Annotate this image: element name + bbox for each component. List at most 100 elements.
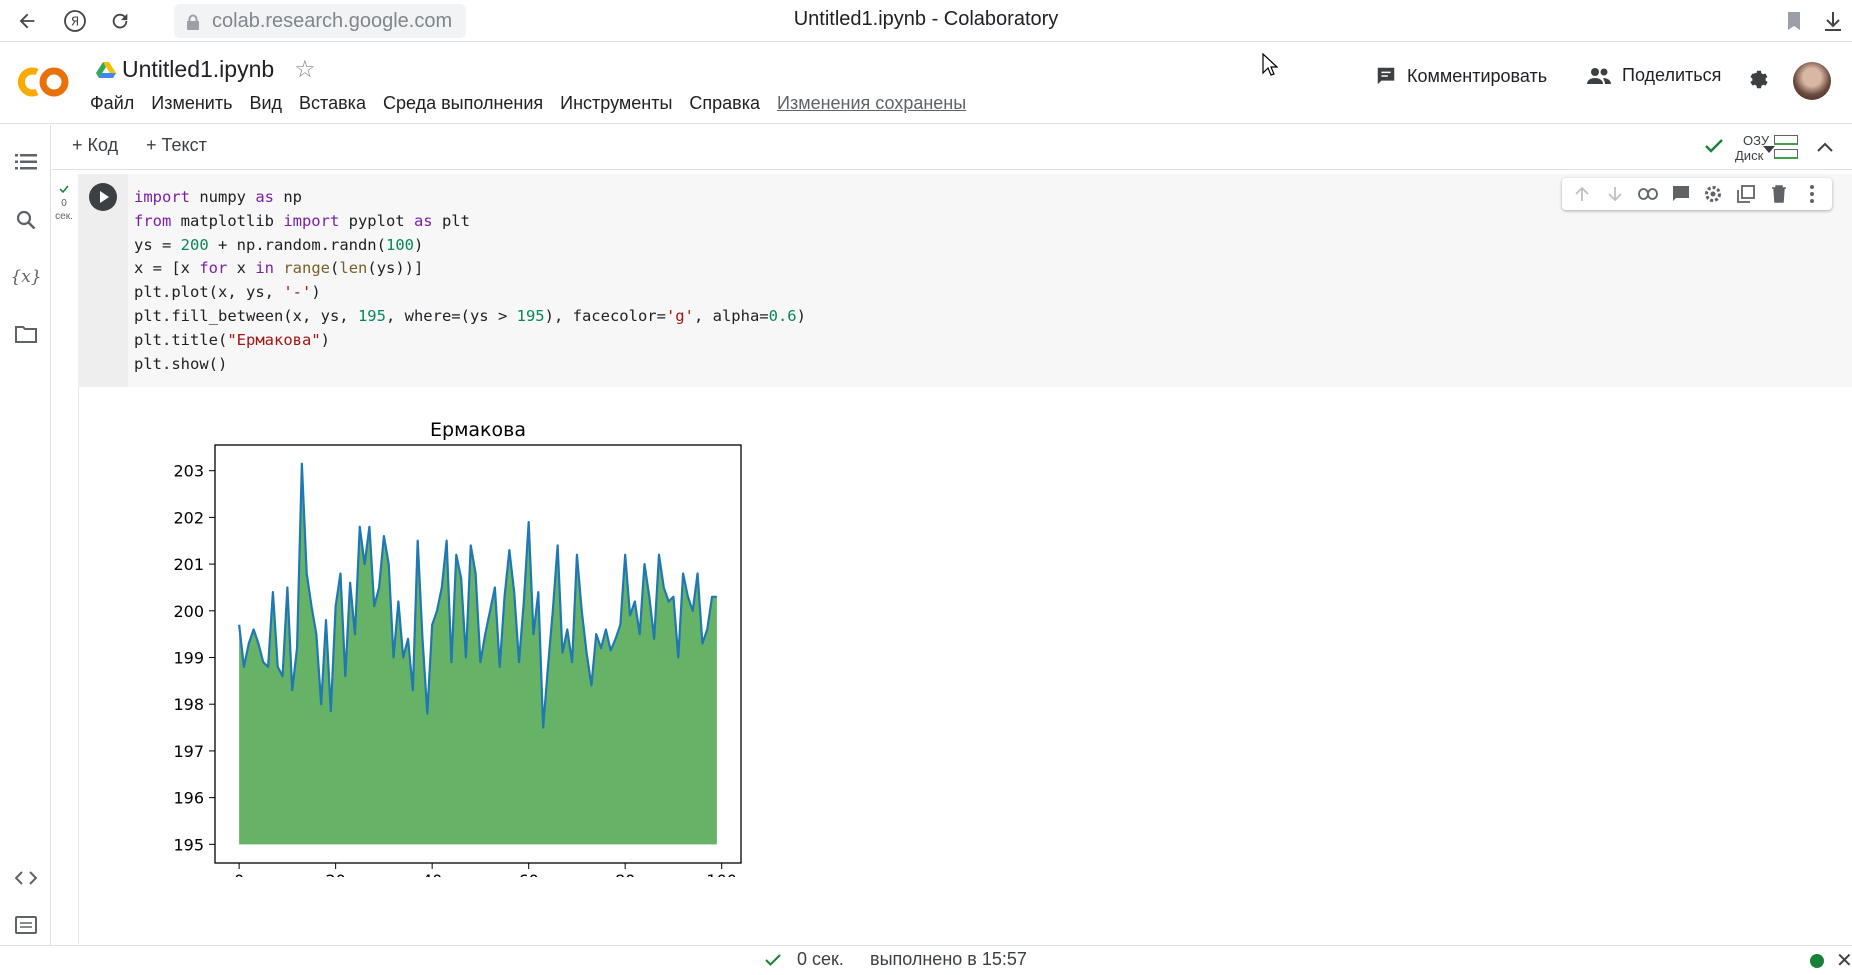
x-tick-label: 40 xyxy=(422,871,442,877)
back-arrow-icon[interactable] xyxy=(12,6,42,36)
url-text: colab.research.google.com xyxy=(212,9,453,32)
resources-dropdown-icon[interactable] xyxy=(1763,141,1775,159)
menu-file[interactable]: Файл xyxy=(90,93,134,114)
y-tick-label: 196 xyxy=(173,789,204,808)
browser-toolbar: Я colab.research.google.com Untitled1.ip… xyxy=(0,0,1852,42)
y-tick-label: 197 xyxy=(173,742,204,761)
completed-time: выполнено в 15:57 xyxy=(870,949,1027,969)
saved-status-link[interactable]: Изменения сохранены xyxy=(777,93,966,114)
cell-settings-gear-icon[interactable] xyxy=(1702,183,1724,205)
move-down-arrow-icon[interactable] xyxy=(1604,183,1626,205)
area-fill xyxy=(239,463,717,845)
code-line: import numpy as np xyxy=(134,188,302,206)
download-icon[interactable] xyxy=(1818,6,1848,36)
left-sidebar: {x} xyxy=(0,125,51,945)
google-drive-icon xyxy=(96,61,116,79)
x-tick-label: 80 xyxy=(615,871,635,877)
status-check-icon xyxy=(765,954,781,966)
status-bar: 0 сек. выполнено в 15:57 ✕ xyxy=(0,945,1852,975)
menu-bar: Файл Изменить Вид Вставка Среда выполнен… xyxy=(90,93,983,114)
code-text[interactable]: import numpy as np from matplotlib import… xyxy=(134,186,806,376)
reload-icon[interactable] xyxy=(105,6,135,36)
chart-output: Ермакова 0 20 40 60 80 100 195 196 197 198 199 200 2… xyxy=(173,419,742,877)
move-up-arrow-icon[interactable] xyxy=(1571,183,1593,205)
code-snippets-icon[interactable] xyxy=(13,865,39,891)
y-tick-label: 195 xyxy=(173,835,204,854)
colab-logo[interactable] xyxy=(18,64,72,100)
chart-title: Ермакова xyxy=(430,419,526,441)
menu-insert[interactable]: Вставка xyxy=(299,93,366,114)
y-tick-label: 203 xyxy=(173,462,204,481)
menu-runtime[interactable]: Среда выполнения xyxy=(383,93,543,114)
connection-status-dot xyxy=(1810,954,1824,968)
code-cell: 0 сек. import numpy as np from matplotlib… xyxy=(52,174,1852,944)
terminal-icon[interactable] xyxy=(13,912,39,938)
add-code-button[interactable]: + Код xyxy=(72,135,118,156)
code-line: plt.fill_between(x, ys, 195, where=(ys >… xyxy=(134,306,806,325)
success-check-icon xyxy=(59,185,69,194)
x-tick-label: 60 xyxy=(518,871,538,877)
collapse-chevron-up-icon[interactable] xyxy=(1817,139,1833,157)
user-avatar[interactable] xyxy=(1793,62,1831,100)
execution-info: 0 сек. xyxy=(52,184,76,223)
star-icon[interactable]: ☆ xyxy=(294,55,316,84)
y-tick-label: 200 xyxy=(173,602,204,621)
people-icon xyxy=(1587,67,1611,84)
address-bar[interactable]: colab.research.google.com xyxy=(174,4,466,38)
code-line: plt.plot(x, ys, '-') xyxy=(134,283,321,302)
x-tick-label: 0 xyxy=(234,871,244,877)
menu-tools[interactable]: Инструменты xyxy=(560,93,672,114)
y-tick-label: 198 xyxy=(173,695,204,714)
share-button[interactable]: Поделиться xyxy=(1586,65,1721,86)
run-cell-button[interactable] xyxy=(89,183,117,211)
disk-bar xyxy=(1774,149,1798,159)
cell-output: Ермакова 0 20 40 60 80 100 195 196 197 198 199 200 2… xyxy=(78,387,1852,944)
code-line: x = [x for x in range(len(ys))] xyxy=(134,259,424,278)
share-label: Поделиться xyxy=(1622,65,1722,85)
elapsed-time: 0 сек. xyxy=(797,949,844,969)
menu-help[interactable]: Справка xyxy=(689,93,760,114)
colab-header: Untitled1.ipynb ☆ Файл Изменить Вид Вста… xyxy=(0,43,1852,124)
add-text-button[interactable]: + Текст xyxy=(146,135,207,156)
ram-bar xyxy=(1774,135,1798,145)
exec-unit: сек. xyxy=(55,211,73,222)
y-tick-label: 201 xyxy=(173,555,204,574)
comment-cell-icon[interactable] xyxy=(1670,183,1692,205)
x-tick-label: 20 xyxy=(325,871,345,877)
search-icon[interactable] xyxy=(13,207,39,233)
cell-toolbar xyxy=(1562,178,1832,210)
fill-between-area xyxy=(239,463,717,845)
table-of-contents-icon[interactable] xyxy=(13,149,39,175)
add-text-label: Текст xyxy=(161,135,207,155)
code-line: ys = 200 + np.random.randn(100) xyxy=(134,235,424,254)
folder-icon[interactable] xyxy=(13,321,39,347)
connected-check-icon xyxy=(1705,139,1723,153)
add-code-label: Код xyxy=(87,135,119,155)
comment-label: Комментировать xyxy=(1407,65,1548,86)
yandex-icon[interactable]: Я xyxy=(60,6,90,36)
code-line: plt.title("Ермакова") xyxy=(134,330,330,349)
mirror-cell-icon[interactable] xyxy=(1735,183,1757,205)
bookmark-icon[interactable] xyxy=(1779,6,1809,36)
disk-label: Диск xyxy=(1735,148,1764,163)
more-options-icon[interactable] xyxy=(1801,183,1823,205)
y-tick-label: 202 xyxy=(173,508,204,527)
mouse-cursor-icon xyxy=(1262,52,1279,82)
x-tick-label: 100 xyxy=(706,871,737,877)
comment-icon xyxy=(1377,67,1395,85)
variables-icon[interactable]: {x} xyxy=(10,264,41,290)
settings-gear-icon[interactable] xyxy=(1746,67,1770,91)
comment-button[interactable]: Комментировать xyxy=(1375,65,1547,87)
code-line: plt.show() xyxy=(134,354,228,373)
delete-trash-icon[interactable] xyxy=(1768,183,1790,205)
y-tick-label: 199 xyxy=(173,649,204,668)
code-line: from matplotlib import pyplot as plt xyxy=(134,211,470,230)
notebook-title[interactable]: Untitled1.ipynb xyxy=(122,56,274,83)
close-status-icon[interactable]: ✕ xyxy=(1836,948,1852,973)
menu-view[interactable]: Вид xyxy=(249,93,282,114)
link-icon[interactable] xyxy=(1637,183,1659,205)
notebook-toolbar: + Код + Текст ОЗУ Диск xyxy=(52,125,1852,170)
exec-time: 0 xyxy=(61,198,67,209)
menu-edit[interactable]: Изменить xyxy=(151,93,232,114)
svg-text:Я: Я xyxy=(71,15,79,29)
